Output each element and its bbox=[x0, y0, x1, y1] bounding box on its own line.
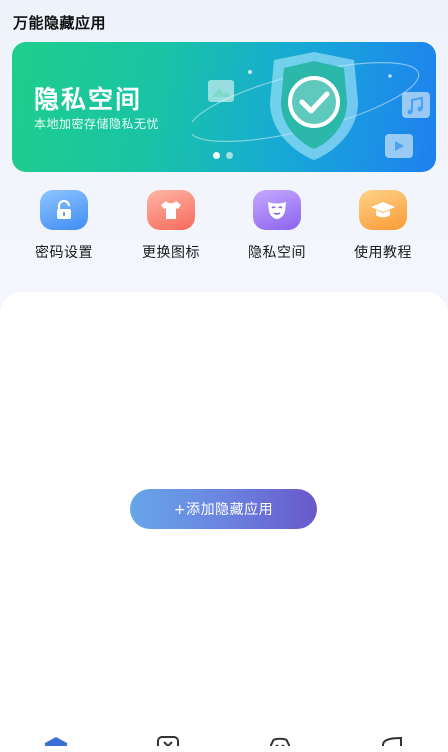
banner-pagination bbox=[213, 152, 233, 159]
home-icon bbox=[45, 737, 67, 746]
music-icon bbox=[402, 92, 430, 118]
page-title: 万能隐藏应用 bbox=[13, 14, 107, 32]
video-icon bbox=[385, 134, 413, 158]
photo-icon bbox=[208, 80, 234, 102]
lock-icon bbox=[40, 190, 88, 230]
add-hidden-app-button[interactable]: +添加隐藏应用 bbox=[130, 489, 317, 529]
banner-title: 隐私空间 bbox=[34, 85, 143, 114]
shortcut-password-settings[interactable]: 密码设置 bbox=[14, 190, 114, 262]
banner-subtitle: 本地加密存储隐私无忧 bbox=[34, 117, 160, 131]
tab-profile[interactable] bbox=[379, 735, 405, 746]
bottom-tab-bar bbox=[0, 730, 448, 746]
shortcut-label: 密码设置 bbox=[35, 245, 93, 261]
graduation-cap-icon bbox=[359, 190, 407, 230]
shortcut-change-icon[interactable]: 更换图标 bbox=[121, 190, 221, 262]
shortcut-privacy-space[interactable]: 隐私空间 bbox=[227, 190, 327, 262]
shortcut-label: 隐私空间 bbox=[248, 245, 306, 261]
shortcut-grid: 密码设置 更换图标 隐私空间 使用教程 bbox=[0, 190, 448, 270]
app-icon bbox=[157, 736, 179, 746]
mask-icon bbox=[253, 190, 301, 230]
shirt-icon bbox=[147, 190, 195, 230]
privacy-banner[interactable]: 隐私空间 本地加密存储隐私无忧 bbox=[12, 42, 436, 172]
tab-chat[interactable] bbox=[267, 735, 293, 746]
shortcut-label: 使用教程 bbox=[354, 245, 412, 261]
tab-apps[interactable] bbox=[155, 735, 181, 746]
shortcut-label: 更换图标 bbox=[142, 245, 200, 261]
profile-icon bbox=[382, 736, 402, 746]
pagination-dot[interactable] bbox=[213, 152, 220, 159]
pagination-dot[interactable] bbox=[226, 152, 233, 159]
tab-home[interactable] bbox=[43, 735, 69, 746]
chat-icon bbox=[270, 737, 290, 746]
shortcut-tutorial[interactable]: 使用教程 bbox=[333, 190, 433, 262]
